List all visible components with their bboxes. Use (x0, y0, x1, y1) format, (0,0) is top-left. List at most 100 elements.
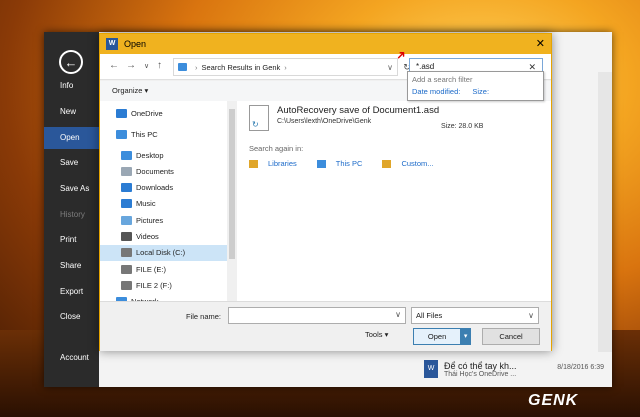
dialog-titlebar[interactable]: W Open ✕ (100, 34, 551, 54)
nav-tree-item[interactable]: Network (100, 294, 227, 301)
search-again-label: Custom... (401, 159, 434, 168)
open-button[interactable]: Open ▾ (413, 328, 471, 345)
open-button-label: Open (427, 332, 447, 341)
nav-tree-item[interactable]: Music (100, 196, 227, 212)
music-icon (121, 199, 132, 209)
breadcrumb-separator-icon[interactable]: › (195, 63, 198, 72)
drive-icon (121, 248, 132, 258)
computer-icon (316, 159, 326, 168)
search-filter-option[interactable]: Size: (472, 87, 489, 96)
recent-locations-icon[interactable]: ∨ (144, 62, 149, 70)
nav-tree-item[interactable]: FILE 2 (F:) (100, 277, 227, 293)
nav-item-save-as[interactable]: Save As (44, 178, 99, 200)
search-filter-option[interactable]: Date modified: (412, 87, 460, 96)
search-folder-icon (178, 63, 187, 71)
nav-item-share[interactable]: Share (44, 255, 99, 277)
nav-tree-label: Downloads (136, 183, 174, 193)
genk-watermark: GENK (528, 392, 579, 409)
cancel-button[interactable]: Cancel (482, 328, 540, 345)
nav-tree-label: OneDrive (131, 108, 163, 118)
file-name-label: File name: (186, 312, 222, 321)
nav-item-print[interactable]: Print (44, 229, 99, 251)
nav-tree-label: Desktop (136, 150, 164, 160)
search-filter-hint: Add a search filter (412, 75, 473, 84)
organize-menu[interactable]: Organize ▾ (112, 86, 148, 95)
word-app-icon: W (106, 38, 118, 50)
downloads-icon (121, 183, 132, 193)
pictures-icon (121, 215, 132, 225)
nav-item-new[interactable]: New (44, 101, 99, 123)
search-again-label: Libraries (268, 159, 297, 168)
nav-item-export[interactable]: Export (44, 281, 99, 303)
word-document-icon: W (424, 360, 438, 378)
nav-item-info[interactable]: Info (44, 75, 99, 97)
nav-tree-label: Local Disk (C:) (136, 248, 186, 258)
backstage-nav: ← Info New Open Save Save As History Print Shar… (44, 32, 99, 387)
nav-tree-item[interactable]: Local Disk (C:) (100, 244, 227, 261)
nav-item-save[interactable]: Save (44, 152, 99, 174)
nav-tree-item[interactable]: Downloads (100, 180, 227, 196)
search-again-item[interactable]: This PC (316, 159, 373, 168)
recent-doc-location: Thái Học's OneDrive ... (444, 370, 517, 378)
nav-tree-label: Music (136, 199, 156, 209)
file-name-field[interactable]: ∨ (228, 307, 406, 324)
desktop-icon (121, 150, 132, 160)
nav-item-close[interactable]: Close (44, 306, 99, 328)
nav-pane-scrollbar[interactable] (227, 101, 237, 301)
back-arrow-icon[interactable]: ← (59, 50, 83, 74)
dialog-footer: File name: ∨ All Files ∨ Tools ▾ Open ▾ … (100, 301, 551, 351)
recent-doc-title: Để có thể tay kh... (444, 360, 517, 371)
chevron-down-icon[interactable]: ∨ (387, 63, 393, 72)
nav-tree-label: Pictures (136, 215, 164, 225)
nav-tree-item[interactable]: Documents (100, 163, 227, 179)
search-results-pane: ↻ AutoRecovery save of Document1.asd C:\… (237, 101, 551, 301)
search-again-item[interactable]: Libraries (249, 159, 307, 168)
nav-tree-label: FILE (E:) (136, 264, 167, 274)
nav-tree-item[interactable]: Desktop (100, 147, 227, 163)
organize-label: Organize (112, 86, 143, 95)
tools-menu[interactable]: Tools ▾ (365, 330, 388, 339)
backstage-scrollbar[interactable] (598, 72, 612, 352)
chevron-down-icon: ∨ (528, 311, 534, 320)
nav-tree-item[interactable]: FILE (E:) (100, 261, 227, 277)
close-icon[interactable]: ✕ (536, 37, 545, 50)
search-again-label: This PC (335, 159, 363, 168)
custom-folder-icon (382, 159, 392, 168)
drive-icon (121, 264, 132, 274)
breadcrumb-search-results[interactable]: Search Results in Genk (202, 63, 281, 72)
documents-icon (121, 166, 132, 176)
file-type-select[interactable]: All Files ∨ (411, 307, 539, 324)
nav-tree-item[interactable]: Pictures (100, 212, 227, 228)
nav-item-account[interactable]: Account (44, 347, 99, 369)
search-again-list: Libraries This PC Custom... (249, 159, 454, 168)
nav-tree-label: Videos (136, 232, 159, 241)
search-again-item[interactable]: Custom... (382, 159, 443, 168)
chevron-down-icon[interactable]: ∨ (395, 310, 401, 319)
nav-item-open[interactable]: Open (44, 127, 99, 149)
drive-icon (121, 280, 132, 290)
libraries-icon (249, 159, 258, 168)
navigation-pane: OneDrive This PC Desktop Documents Downloads… (100, 101, 227, 301)
dialog-title: Open (124, 39, 147, 49)
nav-tree-item[interactable]: OneDrive (100, 105, 227, 121)
scrollbar-thumb[interactable] (229, 109, 235, 259)
nav-tree-label: Documents (136, 166, 174, 176)
forward-icon[interactable]: → (126, 60, 136, 71)
up-icon[interactable]: ↑ (157, 60, 162, 71)
computer-icon (116, 129, 127, 139)
nav-item-history: History (60, 210, 85, 219)
nav-tree-item[interactable]: Videos (100, 229, 227, 245)
onedrive-icon (116, 108, 127, 118)
open-options-dropdown-icon[interactable]: ▾ (460, 329, 470, 344)
recent-doc-date: 8/18/2016 6:39 (557, 364, 604, 371)
address-path[interactable]: › Search Results in Genk › ∨ (173, 58, 398, 76)
autorecovery-file-icon: ↻ (249, 105, 269, 131)
nav-tree-item[interactable]: This PC (100, 126, 227, 142)
tools-label: Tools (365, 330, 383, 339)
recent-document-item[interactable]: W Để có thể tay kh... Thái Học's OneDriv… (424, 352, 612, 386)
search-result-item[interactable]: ↻ AutoRecovery save of Document1.asd C:\… (249, 105, 544, 139)
breadcrumb-separator-icon[interactable]: › (284, 63, 287, 72)
nav-tree-label: This PC (131, 129, 158, 139)
back-icon[interactable]: ← (109, 60, 119, 71)
search-query: *.asd (416, 62, 435, 71)
